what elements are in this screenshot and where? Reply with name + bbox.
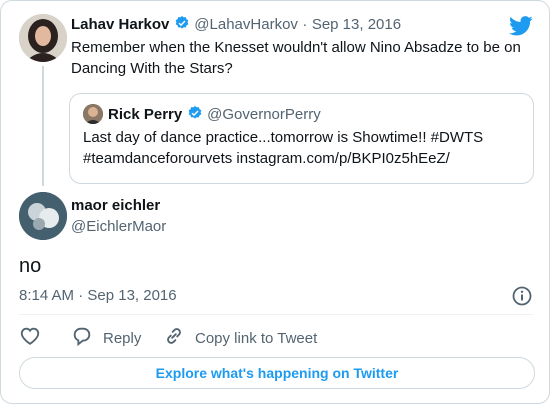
like-button[interactable] bbox=[19, 325, 51, 347]
link-icon bbox=[167, 328, 181, 344]
quoted-tweet-text-line2: #teamdanceforourvets instagram.com/p/BKP… bbox=[83, 150, 450, 167]
reply-button[interactable]: Reply bbox=[71, 325, 141, 347]
avatar-lahav-harkov[interactable] bbox=[19, 14, 67, 62]
quoted-tweet-text-line1: Last day of dance practice...tomorrow is… bbox=[83, 129, 484, 146]
actions-divider bbox=[19, 314, 533, 315]
reply-author-handle[interactable]: @EichlerMaor bbox=[71, 218, 166, 235]
copy-link-label: Copy link to Tweet bbox=[195, 330, 318, 347]
quoted-tweet-header: Rick Perry @GovernorPerry bbox=[108, 105, 321, 124]
copy-link-button[interactable]: Copy link to Tweet bbox=[163, 325, 317, 347]
reply-tweet-text: no bbox=[19, 255, 42, 277]
dot-separator: · bbox=[302, 16, 308, 33]
verified-badge-icon bbox=[188, 106, 202, 119]
reply-icon bbox=[73, 327, 91, 347]
parent-author-handle[interactable]: @LahavHarkov bbox=[194, 16, 298, 33]
reply-author-name[interactable]: maor eichler bbox=[71, 197, 160, 214]
parent-tweet-text-line1: Remember when the Knesset wouldn't allow… bbox=[71, 39, 521, 56]
parent-author-name[interactable]: Lahav Harkov bbox=[71, 16, 169, 33]
heart-icon bbox=[20, 327, 40, 345]
quoted-author-handle: @GovernorPerry bbox=[207, 106, 321, 123]
avatar-rick-perry bbox=[83, 104, 103, 124]
avatar-maor-eichler[interactable] bbox=[19, 192, 67, 240]
verified-badge-icon bbox=[175, 16, 189, 29]
reply-button-label: Reply bbox=[103, 330, 142, 347]
quoted-author-name: Rick Perry bbox=[108, 106, 183, 123]
info-icon[interactable] bbox=[511, 285, 533, 307]
reply-timestamp[interactable]: 8:14 AM · Sep 13, 2016 bbox=[19, 287, 177, 304]
parent-tweet-text-line2: Dancing With the Stars? bbox=[71, 60, 233, 77]
thread-connector-line bbox=[42, 66, 44, 186]
parent-tweet-date[interactable]: Sep 13, 2016 bbox=[312, 16, 401, 33]
parent-tweet-header: Lahav Harkov @LahavHarkov · Sep 13, 2016 bbox=[71, 15, 401, 34]
twitter-bird-icon[interactable] bbox=[509, 16, 533, 36]
tweet-embed-card: Lahav Harkov @LahavHarkov · Sep 13, 2016… bbox=[0, 0, 550, 404]
explore-twitter-button[interactable]: Explore what's happening on Twitter bbox=[19, 357, 535, 389]
